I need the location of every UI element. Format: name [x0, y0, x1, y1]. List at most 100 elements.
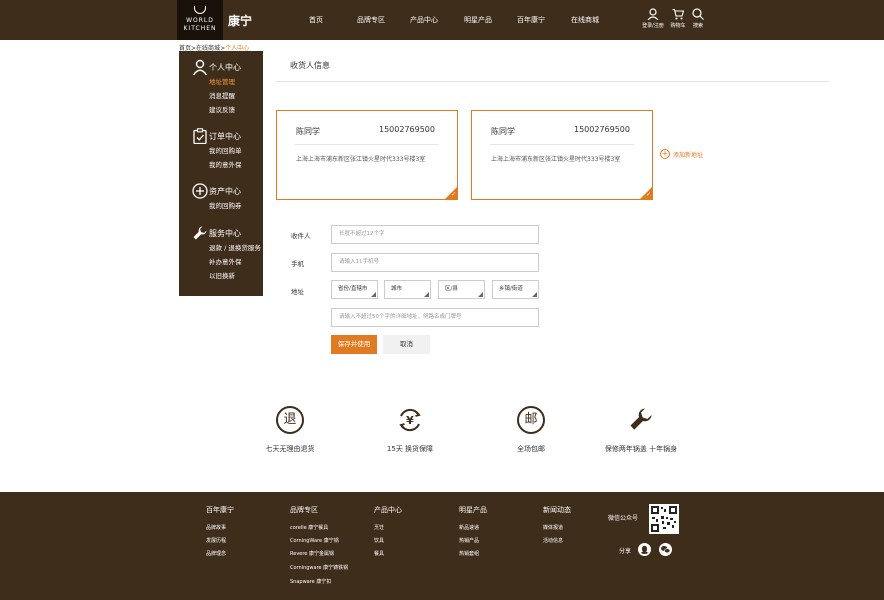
town-value: 乡镇/街道 [499, 286, 523, 292]
footer-col-title: 产品中心 [374, 506, 402, 514]
footer-link[interactable]: 热销套组 [459, 550, 479, 557]
address-detail-input[interactable]: 请输入不超过50个字的详细地址，例路名或门牌号 [331, 308, 539, 327]
sidebar-item-address[interactable]: 地址管理 [209, 76, 235, 86]
footer-col-title: 新闻动态 [543, 506, 571, 514]
wrench-icon [193, 226, 207, 240]
footer-col-title: 百年康宁 [206, 506, 234, 514]
return-icon: 退 [276, 406, 304, 434]
wechat-qr-code [649, 504, 679, 534]
card-divider [490, 144, 634, 145]
sidebar-item-insurance[interactable]: 我的意外保 [209, 159, 242, 169]
footer-link[interactable]: Revere 康宁金属锅 [290, 550, 334, 557]
nav-star-products[interactable]: 明星产品 [464, 15, 492, 25]
check-icon: ✓ [450, 191, 456, 198]
recipient-phone: 15002769500 [574, 125, 630, 134]
service-item: 邮 全场包邮 [481, 406, 581, 454]
card-divider [295, 144, 439, 145]
service-label: 全场包邮 [517, 445, 545, 453]
recipient-name: 陈同学 [491, 127, 515, 136]
sidebar-item-trade-in[interactable]: 以旧换新 [209, 270, 235, 280]
yuan-exchange-icon: ¥ [396, 406, 424, 434]
shipping-icon: 邮 [517, 406, 545, 434]
recipient-address: 上海上海市浦东新区张江镇火星时代333号楼3室 [296, 156, 426, 163]
add-address-button[interactable]: + 添加新地址 [660, 149, 703, 159]
province-select[interactable]: 省份/直辖市 [331, 280, 378, 299]
nav-online-store[interactable]: 在线商城 [571, 15, 599, 25]
search-button[interactable]: 搜索 [690, 8, 706, 29]
top-header: WORLD KITCHEN 康宁 首页 品牌专区 产品中心 明星产品 百年康宁 … [0, 0, 884, 40]
footer-link[interactable]: corelle 康宁餐具 [290, 524, 328, 531]
sidebar-section-assets[interactable]: 资产中心 [209, 186, 241, 197]
share-label: 分享 [619, 548, 632, 555]
wechat-share-icon[interactable] [659, 543, 672, 556]
add-address-label: 添加新地址 [673, 151, 704, 159]
page-title: 收货人信息 [290, 61, 330, 70]
user-icon [192, 59, 208, 75]
service-item: 保修两年锅盖 十年锅身 [591, 406, 691, 454]
check-icon: ✓ [645, 191, 651, 198]
footer-link[interactable]: 餐具 [374, 550, 384, 557]
wrench-icon [627, 406, 655, 434]
city-value: 城市 [391, 286, 403, 292]
nav-home[interactable]: 首页 [309, 15, 323, 25]
dropdown-icon [478, 292, 483, 297]
cart-icon [672, 8, 684, 20]
plus-circle-icon: + [660, 149, 670, 159]
phone-input[interactable]: 请输入11手机号 [331, 253, 539, 272]
brand-name[interactable]: 康宁 [228, 12, 252, 29]
service-label: 七天无理由退货 [265, 445, 315, 453]
sidebar-item-messages[interactable]: 消息提醒 [209, 90, 235, 100]
qq-share-icon[interactable] [638, 543, 651, 556]
recipient-name: 陈同学 [296, 127, 320, 136]
wechat-label: 微信公众号 [608, 515, 639, 522]
sidebar-section-orders[interactable]: 订单中心 [209, 131, 241, 142]
sidebar-section-service[interactable]: 服务中心 [209, 228, 241, 239]
footer-link[interactable]: 饮具 [374, 537, 384, 544]
footer-link[interactable]: Snapware 康宁扣 [290, 578, 331, 585]
footer-col-title: 品牌专区 [290, 506, 318, 514]
sidebar-item-feedback[interactable]: 建议反馈 [209, 104, 235, 114]
sidebar-item-reissue-insurance[interactable]: 补办意外保 [209, 256, 242, 266]
district-select[interactable]: 区/县 [438, 280, 485, 299]
dropdown-icon [424, 292, 429, 297]
footer-link[interactable]: CorningWare 康宁锅 [290, 537, 339, 544]
city-select[interactable]: 城市 [384, 280, 431, 299]
recipient-label: 收件人 [291, 232, 311, 240]
footer-link[interactable]: 发展历程 [206, 537, 226, 544]
sidebar-item-buyback-orders[interactable]: 我的回购单 [209, 145, 242, 155]
footer-link[interactable]: 烹饪 [374, 524, 384, 531]
nav-products[interactable]: 产品中心 [410, 15, 438, 25]
footer-link[interactable]: 品牌理念 [206, 550, 226, 557]
footer-link[interactable]: Corningware 康宁铸铁锅 [290, 564, 348, 571]
town-select[interactable]: 乡镇/街道 [492, 280, 539, 299]
phone-label: 手机 [291, 260, 304, 268]
district-value: 区/县 [445, 286, 458, 292]
service-label: 15天 换货保障 [386, 445, 434, 453]
address-card[interactable]: 陈同学 15002769500 上海上海市浦东新区张江镇火星时代333号楼3室 … [276, 110, 458, 200]
dropdown-icon [532, 292, 537, 297]
sidebar-section-personal[interactable]: 个人中心 [209, 62, 241, 73]
nav-century[interactable]: 百年康宁 [517, 15, 545, 25]
login-button[interactable]: 登录/注册 [640, 8, 666, 29]
footer-col-title: 明星产品 [459, 506, 487, 514]
cancel-button[interactable]: 取消 [383, 335, 430, 354]
service-item: 退 七天无理由退货 [240, 406, 340, 454]
user-icon [647, 8, 659, 20]
recipient-input[interactable]: 长度不超过12个字 [331, 225, 539, 244]
plus-circle-icon [192, 183, 208, 199]
footer-link[interactable]: 媒体报道 [543, 524, 563, 531]
service-label: 保修两年锅盖 十年锅身 [604, 445, 678, 453]
cart-button[interactable]: 购物车 [669, 8, 687, 29]
footer-link[interactable]: 热销产品 [459, 537, 479, 544]
save-and-use-button[interactable]: 保存并使用 [331, 335, 377, 354]
world-kitchen-logo[interactable]: WORLD KITCHEN [177, 0, 223, 40]
footer-link[interactable]: 品牌故事 [206, 524, 226, 531]
login-label: 登录/注册 [642, 23, 664, 29]
address-card[interactable]: 陈同学 15002769500 上海上海市浦东新区张江镇火星时代333号楼3室 … [471, 110, 653, 200]
footer-link[interactable]: 活动信息 [543, 537, 563, 544]
sidebar-item-coupons[interactable]: 我的回购券 [209, 200, 242, 210]
footer-link[interactable]: 新品速递 [459, 524, 479, 531]
nav-brand-zone[interactable]: 品牌专区 [357, 15, 385, 25]
sidebar-item-refund[interactable]: 退款 / 退换货服务 [209, 242, 261, 252]
logo-line2: KITCHEN [183, 25, 217, 32]
